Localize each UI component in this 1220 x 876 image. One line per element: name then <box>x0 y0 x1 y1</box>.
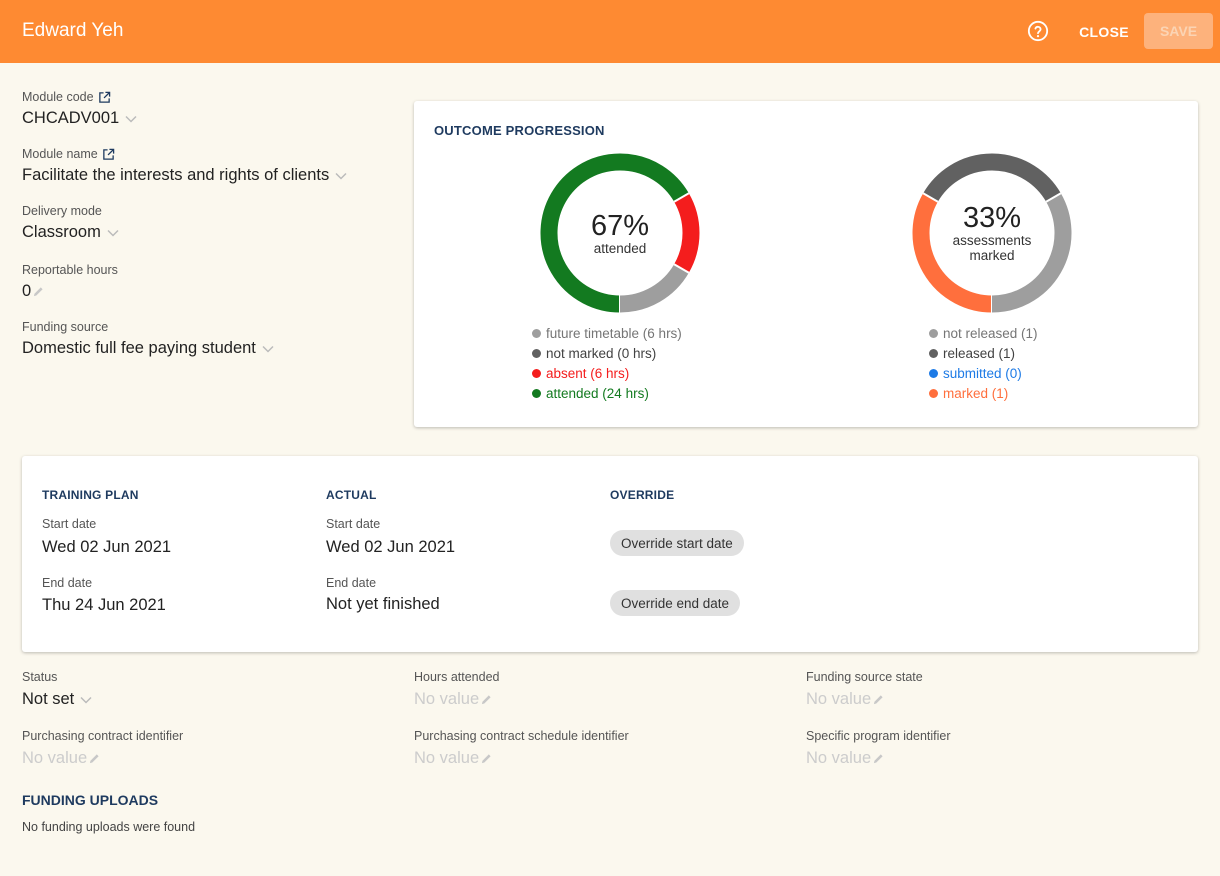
purchasing-contract-schedule-field[interactable]: No value <box>414 749 492 768</box>
actual-start-label: Start date <box>326 517 381 531</box>
assessment-legend-dot <box>929 328 938 338</box>
funding-source-select[interactable]: Domestic full fee paying student <box>22 339 274 358</box>
attendance-legend-dot <box>532 348 541 358</box>
dates-card: TRAINING PLAN ACTUAL OVERRIDE Start date… <box>22 456 1198 652</box>
attendance-legend-dot <box>532 328 541 338</box>
chevron-down-icon <box>80 696 92 704</box>
attendance-legend-item: future timetable (6 hrs) <box>532 323 682 343</box>
plan-end-value: Thu 24 Jun 2021 <box>42 596 166 614</box>
attendance-legend-item: absent (6 hrs) <box>532 363 682 383</box>
actual-end-label: End date <box>326 576 377 590</box>
purchasing-contract-label: Purchasing contract identifier <box>22 729 184 743</box>
assessment-caption-2: marked <box>969 248 1015 263</box>
assessment-legend-dot <box>929 368 938 378</box>
assessment-legend-item: submitted (0) <box>929 363 1038 383</box>
reportable-hours-label: Reportable hours <box>22 263 118 277</box>
pencil-icon[interactable] <box>33 286 44 297</box>
status-label: Status <box>22 670 58 684</box>
pencil-icon[interactable] <box>481 694 492 705</box>
help-circle-icon[interactable] <box>1027 20 1049 42</box>
plan-start-value: Wed 02 Jun 2021 <box>42 538 172 556</box>
assessment-legend-label: released (1) <box>943 345 1016 361</box>
override-end-date-button[interactable]: Override end date <box>610 590 741 616</box>
assessment-caption-1: assessments <box>952 233 1032 248</box>
attendance-legend-item: attended (24 hrs) <box>532 383 682 403</box>
assessment-donut: 33% assessments marked <box>911 152 1073 314</box>
attendance-donut: 67% attended <box>539 152 701 314</box>
app-header: Edward Yeh CLOSE SAVE <box>0 0 1220 63</box>
open-external-icon[interactable] <box>98 91 111 104</box>
attendance-caption: attended <box>593 240 647 256</box>
attendance-legend: future timetable (6 hrs) not marked (0 hr… <box>532 323 682 403</box>
override-start-date-button[interactable]: Override start date <box>610 530 744 556</box>
module-code-label: Module code <box>22 90 111 104</box>
page-title: Edward Yeh <box>22 20 124 41</box>
plan-end-label: End date <box>42 576 93 590</box>
close-button[interactable]: CLOSE <box>1072 17 1136 47</box>
attendance-legend-label: attended (24 hrs) <box>546 385 649 401</box>
attendance-legend-dot <box>532 368 541 378</box>
outcome-progression-title: OUTCOME PROGRESSION <box>434 123 605 138</box>
outcome-progression-card: OUTCOME PROGRESSION 67% attended future … <box>414 101 1198 427</box>
open-external-icon[interactable] <box>102 148 115 161</box>
delivery-mode-select[interactable]: Classroom <box>22 223 119 242</box>
reportable-hours-field[interactable]: 0 <box>22 282 44 301</box>
training-plan-heading: TRAINING PLAN <box>42 488 139 502</box>
attendance-legend-label: not marked (0 hrs) <box>546 345 657 361</box>
actual-end-value: Not yet finished <box>326 595 440 613</box>
funding-source-state-label: Funding source state <box>806 670 923 684</box>
assessment-legend-dot <box>929 388 938 398</box>
save-button[interactable]: SAVE <box>1144 13 1213 49</box>
assessment-legend-item: not released (1) <box>929 323 1038 343</box>
pencil-icon[interactable] <box>873 753 884 764</box>
hours-attended-label: Hours attended <box>414 670 500 684</box>
assessment-legend-label: marked (1) <box>943 385 1009 401</box>
hours-attended-field[interactable]: No value <box>414 690 492 709</box>
pencil-icon[interactable] <box>481 753 492 764</box>
purchasing-contract-field[interactable]: No value <box>22 749 100 768</box>
assessment-donut-center: 33% assessments marked <box>911 152 1073 314</box>
funding-source-label: Funding source <box>22 320 109 334</box>
assessment-percent: 33% <box>962 202 1022 234</box>
specific-program-field[interactable]: No value <box>806 749 884 768</box>
chevron-down-icon <box>125 115 137 123</box>
funding-source-state-field[interactable]: No value <box>806 690 884 709</box>
attendance-percent: 67% <box>590 209 650 242</box>
assessment-legend-item: released (1) <box>929 343 1038 363</box>
module-name-label: Module name <box>22 147 115 161</box>
pencil-icon[interactable] <box>89 753 100 764</box>
chevron-down-icon <box>262 345 274 353</box>
status-select[interactable]: Not set <box>22 690 92 709</box>
chevron-down-icon <box>107 229 119 237</box>
plan-start-label: Start date <box>42 517 97 531</box>
assessment-legend-dot <box>929 348 938 358</box>
attendance-legend-item: not marked (0 hrs) <box>532 343 682 363</box>
funding-uploads-empty: No funding uploads were found <box>22 820 196 834</box>
attendance-legend-dot <box>532 388 541 398</box>
attendance-legend-label: absent (6 hrs) <box>546 365 630 381</box>
funding-uploads-title: FUNDING UPLOADS <box>22 792 159 808</box>
pencil-icon[interactable] <box>873 694 884 705</box>
chevron-down-icon <box>335 172 347 180</box>
assessment-legend-label: submitted (0) <box>943 365 1022 381</box>
module-code-select[interactable]: CHCADV001 <box>22 109 137 128</box>
delivery-mode-label: Delivery mode <box>22 204 102 218</box>
assessment-legend-item: marked (1) <box>929 383 1038 403</box>
assessment-legend-label: not released (1) <box>943 325 1038 341</box>
attendance-legend-label: future timetable (6 hrs) <box>546 325 682 341</box>
actual-start-value: Wed 02 Jun 2021 <box>326 538 456 556</box>
actual-heading: ACTUAL <box>326 488 377 502</box>
module-name-select[interactable]: Facilitate the interests and rights of c… <box>22 166 347 185</box>
purchasing-contract-schedule-label: Purchasing contract schedule identifier <box>414 729 629 743</box>
assessment-legend: not released (1) released (1) submitted (0… <box>929 323 1038 403</box>
override-heading: OVERRIDE <box>610 488 675 502</box>
attendance-donut-center: 67% attended <box>539 152 701 314</box>
specific-program-label: Specific program identifier <box>806 729 951 743</box>
